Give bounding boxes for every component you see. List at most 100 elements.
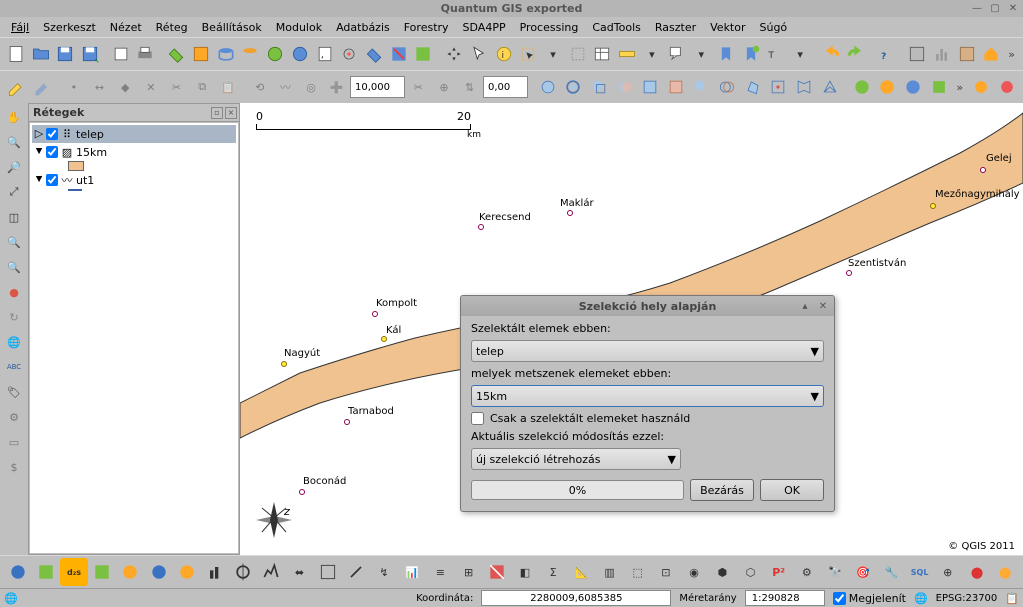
- add-ring-icon[interactable]: ◎: [299, 73, 324, 101]
- collapse-icon[interactable]: ▼: [34, 174, 44, 186]
- plugin-3-icon[interactable]: [901, 73, 926, 101]
- b-icon-8[interactable]: [201, 558, 228, 586]
- b-icon-30[interactable]: 🔭: [821, 558, 848, 586]
- measure-icon[interactable]: [615, 40, 639, 68]
- b-icon-15[interactable]: 📊: [399, 558, 426, 586]
- copy-features-icon[interactable]: ⧉: [190, 73, 215, 101]
- scale-field[interactable]: 1:290828: [745, 590, 825, 606]
- b-icon-27[interactable]: ⬡: [737, 558, 764, 586]
- b-icon-6[interactable]: [145, 558, 172, 586]
- intersect-icon[interactable]: [612, 73, 637, 101]
- globe-icon[interactable]: 🌐: [2, 330, 26, 354]
- grass-tools-icon[interactable]: ⚙: [2, 405, 26, 429]
- toolbar-overflow-icon[interactable]: »: [1004, 40, 1019, 68]
- select-dropdown-icon[interactable]: ▾: [541, 40, 565, 68]
- dialog-select-modify[interactable]: új szelekció létrehozás ▼: [471, 448, 681, 470]
- b-icon-22[interactable]: ▥: [596, 558, 623, 586]
- zoom-in-icon[interactable]: 🔍: [2, 130, 26, 154]
- render-checkbox[interactable]: [833, 592, 846, 605]
- distance-input-1[interactable]: [350, 76, 405, 98]
- print-composer-icon[interactable]: [109, 40, 133, 68]
- node-tool-icon[interactable]: ◆: [113, 73, 138, 101]
- menu-edit[interactable]: Szerkeszt: [36, 19, 103, 36]
- union-icon[interactable]: [638, 73, 663, 101]
- plugin-1-icon[interactable]: [849, 73, 874, 101]
- cut-features-icon[interactable]: ✂: [164, 73, 189, 101]
- b-icon-23[interactable]: ⬚: [624, 558, 651, 586]
- open-attribute-table-icon[interactable]: [591, 40, 615, 68]
- crs-icon[interactable]: 🌐: [914, 592, 928, 605]
- redo-icon[interactable]: [844, 40, 868, 68]
- buffer-icon[interactable]: [561, 73, 586, 101]
- dialog-checkbox-only-selected[interactable]: [471, 412, 484, 425]
- zoom-next-icon[interactable]: ●: [2, 280, 26, 304]
- panel-undock-icon[interactable]: ▫: [211, 107, 223, 119]
- b-icon-11[interactable]: ⬌: [286, 558, 313, 586]
- deselect-icon[interactable]: [566, 40, 590, 68]
- b-icon-32[interactable]: 🔧: [878, 558, 905, 586]
- toggle-edit-icon[interactable]: [4, 73, 29, 101]
- menu-sda4pp[interactable]: SDA4PP: [456, 19, 513, 36]
- dialog-close-button[interactable]: Bezárás: [690, 479, 754, 501]
- b-icon-14[interactable]: ↯: [370, 558, 397, 586]
- b-icon-18[interactable]: [483, 558, 510, 586]
- b-icon-12[interactable]: [314, 558, 341, 586]
- menu-raster[interactable]: Raszter: [648, 19, 703, 36]
- dialog-ok-button[interactable]: OK: [760, 479, 824, 501]
- menu-settings[interactable]: Beállítások: [195, 19, 269, 36]
- add-csv-layer-icon[interactable]: ,: [313, 40, 337, 68]
- add-spatialite-layer-icon[interactable]: [239, 40, 263, 68]
- close-icon[interactable]: ✕: [1007, 3, 1019, 15]
- plugin-2-icon[interactable]: [875, 73, 900, 101]
- add-postgis-layer-icon[interactable]: [214, 40, 238, 68]
- merge-icon[interactable]: ⊕: [432, 73, 457, 101]
- b-icon-5[interactable]: [117, 558, 144, 586]
- add-vector-layer-icon[interactable]: [164, 40, 188, 68]
- layer-row-15km[interactable]: ▼ ▨ 15km: [32, 143, 236, 161]
- raster-calc-icon[interactable]: [955, 40, 979, 68]
- remove-layer-icon[interactable]: [387, 40, 411, 68]
- zoom-out-icon[interactable]: 🔎: [2, 155, 26, 179]
- add-feature-icon[interactable]: •: [62, 73, 87, 101]
- log-icon[interactable]: 📋: [1005, 592, 1019, 605]
- label-tool-2-icon[interactable]: 🏷: [2, 380, 26, 404]
- dissolve-icon[interactable]: [663, 73, 688, 101]
- bookmark-icon[interactable]: [714, 40, 738, 68]
- add-raster-layer-icon[interactable]: [189, 40, 213, 68]
- save-edits-icon[interactable]: [30, 73, 55, 101]
- paste-features-icon[interactable]: 📋: [215, 73, 240, 101]
- rotate-icon[interactable]: ⟲: [247, 73, 272, 101]
- layer-properties-icon[interactable]: [412, 40, 436, 68]
- menu-layer[interactable]: Réteg: [149, 19, 195, 36]
- grass-region-icon[interactable]: ▭: [2, 430, 26, 454]
- b-icon-warn[interactable]: ⬤: [963, 558, 990, 586]
- b-icon-20[interactable]: Σ: [540, 558, 567, 586]
- menu-plugins[interactable]: Modulok: [269, 19, 329, 36]
- menu-processing[interactable]: Processing: [513, 19, 586, 36]
- vector-analysis-icon[interactable]: [535, 73, 560, 101]
- layer-checkbox[interactable]: [46, 128, 58, 140]
- toolbar-overflow-2-icon[interactable]: »: [952, 73, 968, 101]
- layer-checkbox[interactable]: [46, 174, 58, 186]
- b-icon-1[interactable]: [4, 558, 31, 586]
- panel-close-icon[interactable]: ×: [225, 107, 237, 119]
- centroids-icon[interactable]: [766, 73, 791, 101]
- symdifference-icon[interactable]: [715, 73, 740, 101]
- menu-cadtools[interactable]: CadTools: [585, 19, 648, 36]
- b-icon-4[interactable]: [89, 558, 116, 586]
- open-folder-icon[interactable]: [29, 40, 53, 68]
- split-icon[interactable]: ✂: [406, 73, 431, 101]
- select-feature-icon[interactable]: [516, 40, 540, 68]
- gear-red-icon[interactable]: [994, 73, 1019, 101]
- measure-dropdown-icon[interactable]: ▾: [640, 40, 664, 68]
- b-icon-warn2[interactable]: ⬤: [992, 558, 1019, 586]
- projection-icon[interactable]: 🌐: [4, 592, 18, 605]
- menu-vector[interactable]: Vektor: [703, 19, 752, 36]
- new-document-icon[interactable]: [4, 40, 28, 68]
- move-feature-icon[interactable]: ↔: [87, 73, 112, 101]
- save-as-icon[interactable]: [78, 40, 102, 68]
- dialog-select-target[interactable]: 15km ▼: [471, 385, 824, 407]
- clip-icon[interactable]: [587, 73, 612, 101]
- menu-file[interactable]: Fájl: [4, 19, 36, 36]
- identify-icon[interactable]: i: [492, 40, 516, 68]
